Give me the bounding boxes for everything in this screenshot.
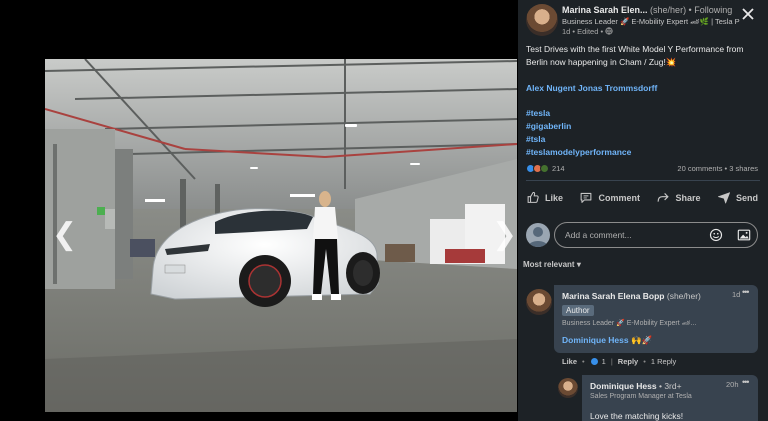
close-icon[interactable] [740, 6, 756, 22]
hashtag-link[interactable]: #tesla [526, 107, 631, 120]
post-actions: Like Comment Share Send [522, 189, 762, 206]
add-comment-input[interactable]: Add a comment... [554, 222, 758, 248]
reply-count[interactable]: 1 Reply [651, 357, 676, 366]
comment-like-button[interactable]: Like [562, 357, 577, 366]
share-button[interactable]: Share [652, 189, 704, 206]
more-options-icon[interactable]: ••• [742, 377, 750, 387]
hashtag-link[interactable]: #tsla [526, 133, 631, 146]
sort-label: Most relevant [523, 260, 575, 269]
replier-degree: • 3rd+ [658, 381, 682, 391]
replier-headline: Sales Program Manager at Tesla [590, 393, 692, 400]
send-icon [717, 192, 730, 204]
thumbs-up-icon [527, 191, 539, 203]
reply-avatar[interactable] [558, 378, 578, 398]
replier-name-line[interactable]: Dominique Hess • 3rd+ [590, 381, 682, 391]
share-label: Share [675, 192, 701, 203]
comment-share-counts[interactable]: 20 comments • 3 shares [677, 164, 758, 173]
comment-icon [581, 192, 592, 203]
post-time: 1d • Edited • [562, 27, 613, 36]
post-photo [45, 59, 517, 412]
author-name-line[interactable]: Marina Sarah Elen... (she/her) • Followi… [562, 5, 732, 15]
image-icon[interactable] [737, 228, 751, 242]
comment-label: Comment [598, 192, 640, 203]
share-icon [658, 193, 670, 202]
more-options-icon[interactable]: ••• [742, 287, 750, 297]
author-pronouns: (she/her) • Following [650, 5, 733, 15]
hashtag-link[interactable]: #teslamodelyperformance [526, 146, 631, 159]
replier-name[interactable]: Dominique Hess [590, 381, 657, 391]
post-body: Test Drives with the first White Model Y… [526, 44, 744, 67]
author-headline: Business Leader 🚀 E-Mobility Expert 🏎🌿 |… [562, 17, 740, 26]
comment-button[interactable]: Comment [575, 189, 644, 206]
comment-reaction-count[interactable]: 1 [602, 357, 606, 366]
comment-bubble: Marina Sarah Elena Bopp (she/her) Author… [554, 285, 758, 353]
reaction-summary[interactable]: 214 [526, 164, 565, 173]
comment-avatar[interactable] [526, 289, 552, 315]
comment-actions: Like • 1 | Reply • 1 Reply [562, 357, 676, 366]
emoji-icon[interactable] [709, 228, 723, 242]
left-margin [0, 0, 44, 421]
like-reaction-icon [589, 357, 599, 366]
separator: • [582, 357, 585, 366]
sort-comments-dropdown[interactable]: Most relevant ▾ [523, 260, 581, 269]
comment-text: Dominique Hess 🙌🚀 [562, 335, 652, 346]
author-badge: Author [562, 305, 594, 316]
post-text: Test Drives with the first White Model Y… [526, 43, 762, 69]
reaction-count: 214 [552, 164, 565, 173]
tesla-garage-photo [45, 59, 517, 412]
previous-image-arrow-icon[interactable]: ❮ [52, 220, 77, 250]
send-label: Send [735, 192, 758, 203]
author-avatar[interactable] [526, 4, 558, 36]
separator: | [610, 357, 613, 366]
next-image-arrow-icon[interactable]: ❯ [492, 220, 517, 250]
like-button[interactable]: Like [522, 189, 567, 206]
comment-time: 1d [732, 290, 741, 299]
commenter-pronouns: (she/her) [666, 291, 701, 301]
current-user-avatar [526, 223, 550, 247]
separator: • [643, 357, 646, 366]
comment-mention-link[interactable]: Dominique Hess 🙌🚀 [562, 335, 652, 345]
post-detail-panel: Marina Sarah Elen... (she/her) • Followi… [518, 0, 768, 421]
person-placeholder-icon [528, 227, 548, 247]
commenter-headline: Business Leader 🚀 E-Mobility Expert 🏎... [562, 320, 697, 327]
reply-time: 20h [726, 380, 739, 389]
reply-text: Love the matching kicks! [590, 411, 684, 421]
caret-down-icon: ▾ [576, 260, 581, 269]
author-name[interactable]: Marina Sarah Elen... [562, 5, 648, 15]
post-mentions: Alex Nugent Jonas Trommsdorff [526, 82, 762, 95]
celebrate-reaction-icon [540, 164, 549, 173]
hashtag-link[interactable]: #gigaberlin [526, 120, 631, 133]
globe-icon [605, 27, 613, 35]
add-comment-placeholder: Add a comment... [565, 230, 632, 240]
like-label: Like [545, 192, 564, 203]
reply-bubble: Dominique Hess • 3rd+ Sales Program Mana… [582, 375, 758, 421]
image-viewer: ❮ ❯ [44, 0, 518, 421]
mention-links[interactable]: Alex Nugent Jonas Trommsdorff [526, 83, 657, 93]
comment-reply-button[interactable]: Reply [618, 357, 638, 366]
hashtag-list: #tesla #gigaberlin #tsla #teslamodelyper… [526, 107, 631, 159]
commenter-name-line[interactable]: Marina Sarah Elena Bopp (she/her) [562, 291, 701, 301]
divider [526, 180, 760, 181]
post-time-text: 1d • Edited • [562, 27, 604, 36]
send-button[interactable]: Send [713, 189, 762, 206]
commenter-name[interactable]: Marina Sarah Elena Bopp [562, 291, 665, 301]
